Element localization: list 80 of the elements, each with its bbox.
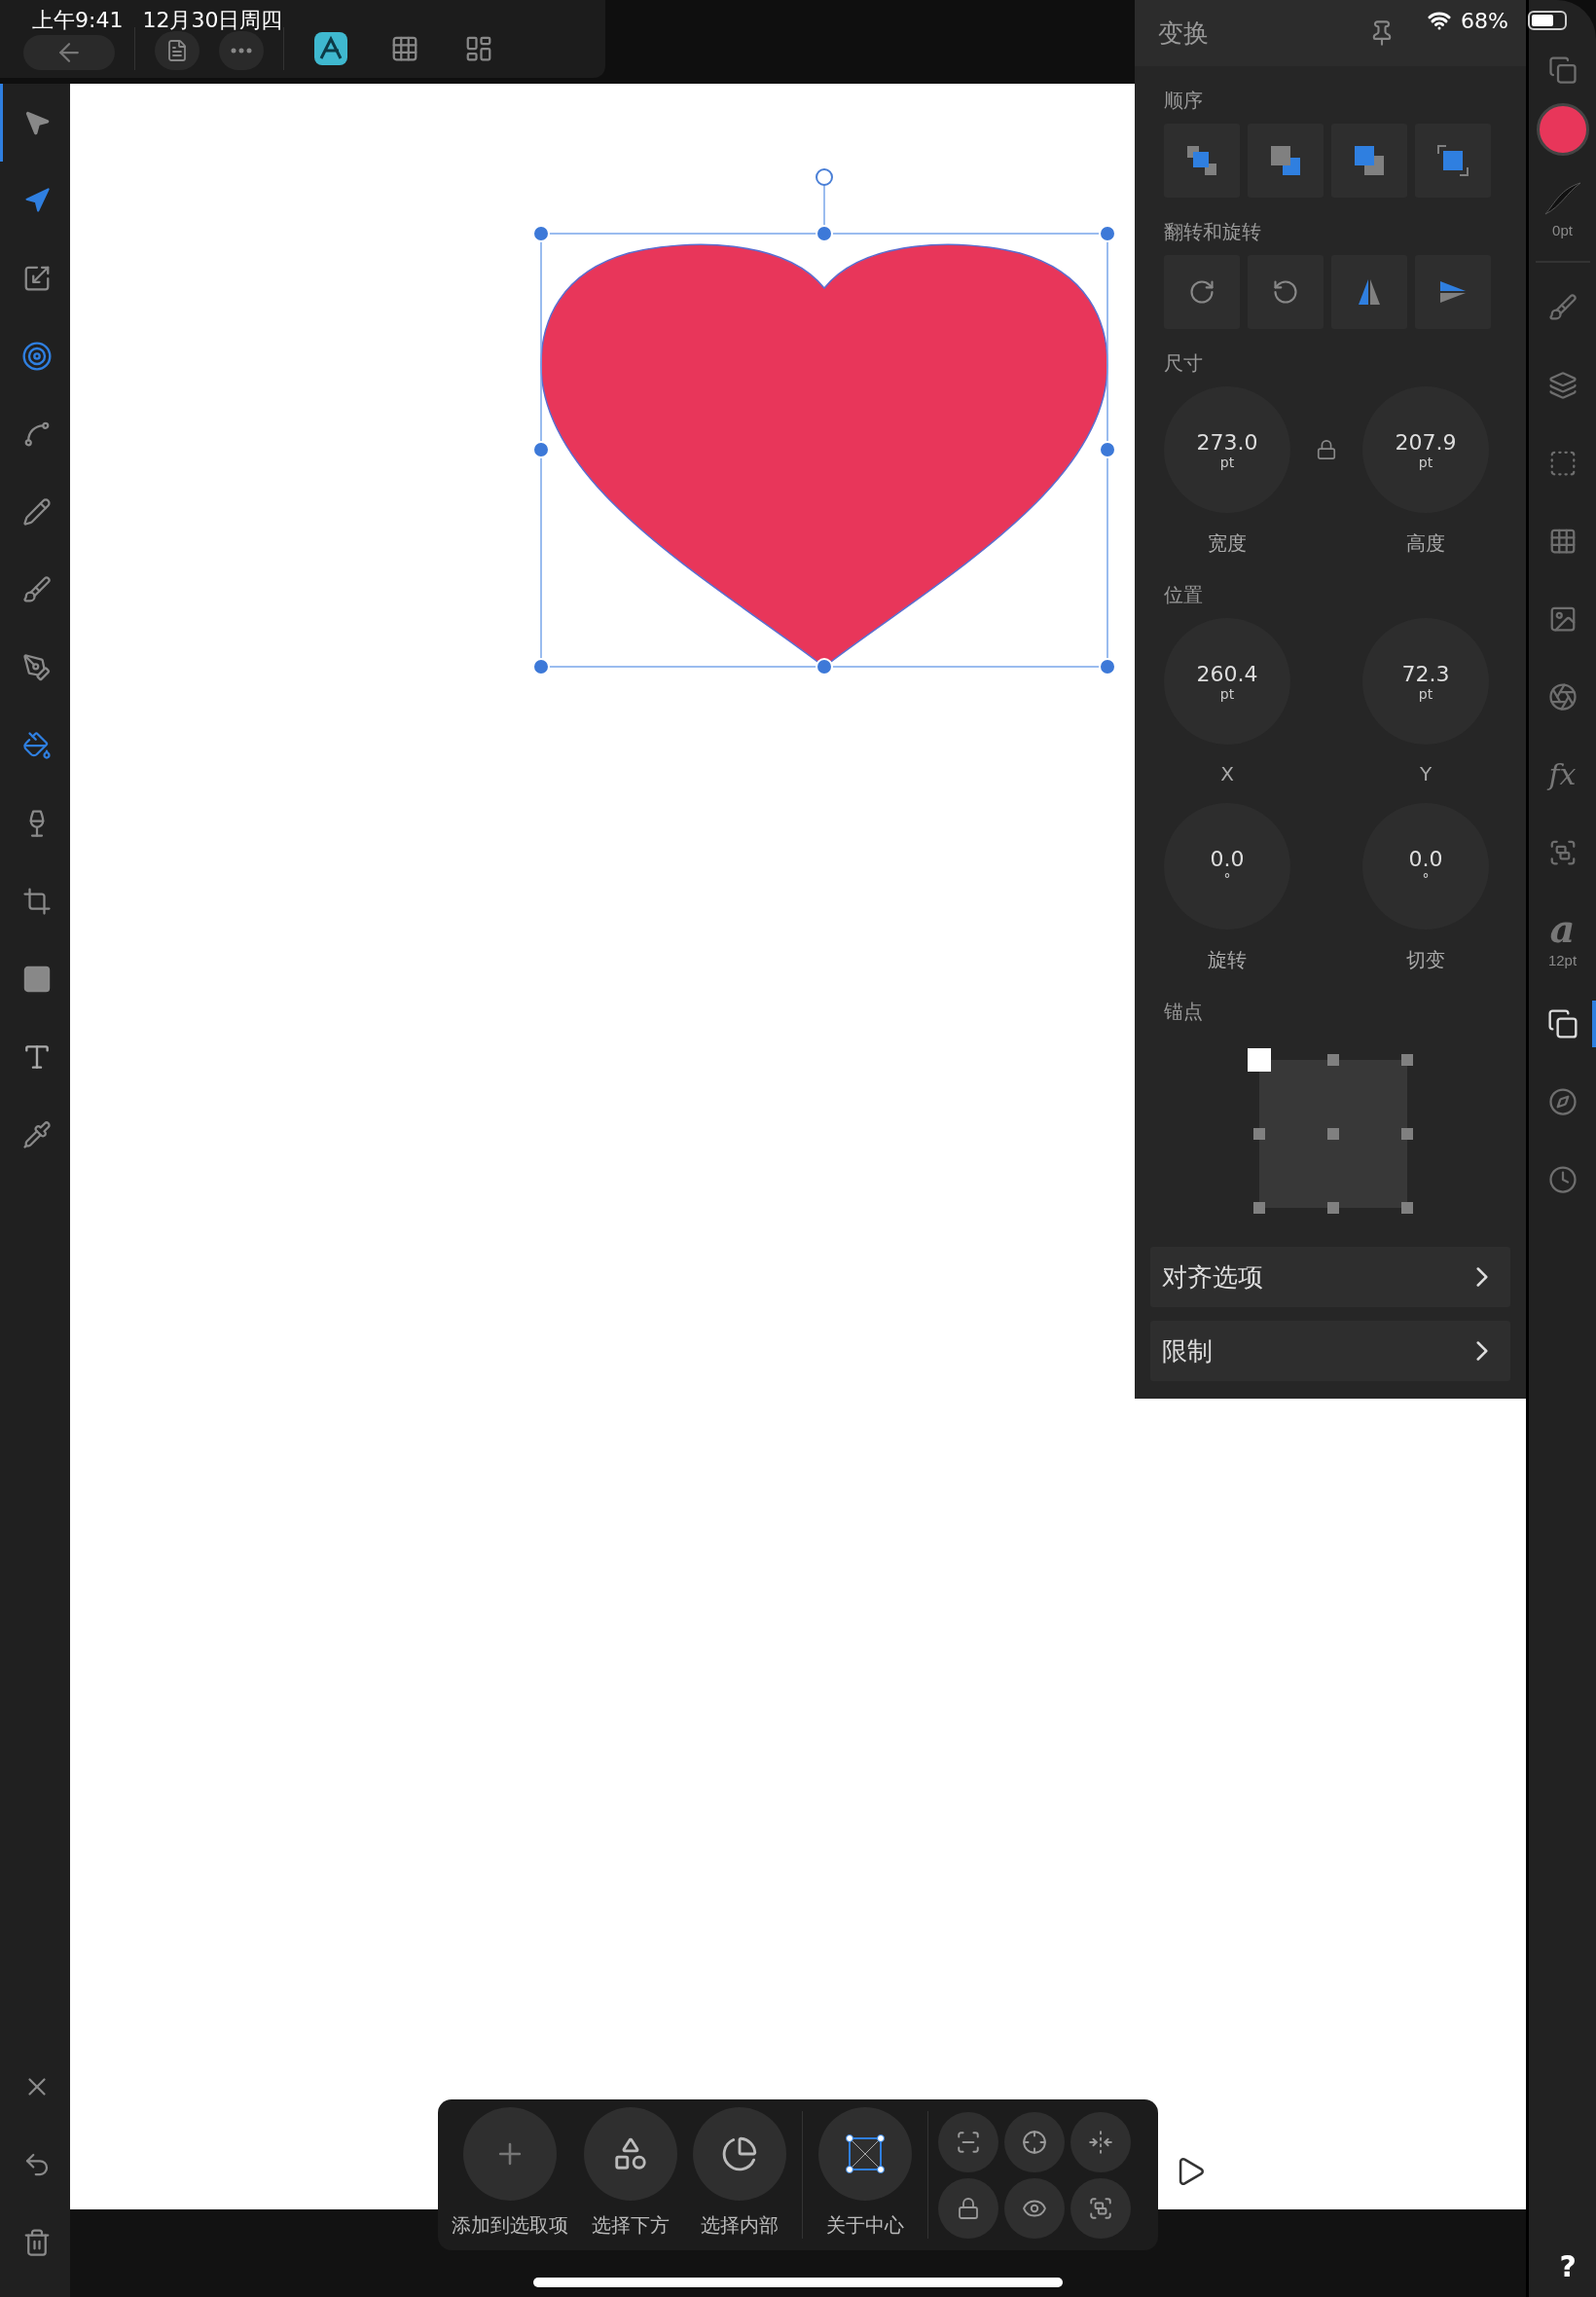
- section-label: 顺序: [1164, 88, 1204, 114]
- flip-button[interactable]: [1415, 255, 1491, 329]
- lock-icon: [957, 2196, 980, 2220]
- paint-bucket-icon: [21, 731, 52, 760]
- value-dial[interactable]: 0.0 °: [1362, 803, 1489, 930]
- app-logo-icon: [313, 31, 348, 66]
- rotate-ccw-icon: [1272, 278, 1299, 306]
- shapes-icon: [612, 2135, 649, 2172]
- clock-icon: [1547, 1165, 1578, 1194]
- rotate-button[interactable]: [1248, 255, 1324, 329]
- flip-button[interactable]: [1331, 255, 1407, 329]
- section-label: 尺寸: [1164, 350, 1204, 377]
- value-dial[interactable]: 273.0 pt: [1164, 386, 1290, 513]
- order-button[interactable]: [1331, 124, 1407, 198]
- brush-icon: [21, 575, 52, 604]
- status-date: 12月30日周四: [142, 7, 283, 34]
- arrange-icon: [1436, 144, 1469, 177]
- option-label: 对齐选项: [1162, 1260, 1263, 1294]
- layers-icon: [1547, 371, 1578, 400]
- group-icon: [1088, 2195, 1113, 2221]
- brush-icon: [1547, 293, 1578, 322]
- lock-icon: [1316, 439, 1337, 460]
- battery-percent: 68%: [1461, 8, 1508, 33]
- pencil-icon: [21, 497, 52, 527]
- fill-color-swatch[interactable]: [1536, 103, 1589, 156]
- order-button[interactable]: [1248, 124, 1324, 198]
- text-style-icon: a: [1549, 908, 1576, 948]
- option-label: 限制: [1162, 1334, 1213, 1367]
- eyedropper-icon: [21, 1120, 52, 1149]
- crosshair-icon: [1022, 2129, 1047, 2155]
- fold-icon: [1088, 2129, 1113, 2155]
- font-size-text: 12pt: [1547, 951, 1578, 968]
- more-icon: [231, 48, 252, 54]
- status-time: 上午9:41: [32, 7, 124, 34]
- crop-icon: [21, 887, 52, 916]
- document-icon: [165, 39, 189, 62]
- order-button[interactable]: [1164, 124, 1240, 198]
- target-icon: [20, 341, 53, 372]
- dial-label: 切变: [1406, 947, 1445, 973]
- scan-icon: [956, 2129, 981, 2155]
- dial-label: 高度: [1406, 530, 1445, 557]
- studio-button[interactable]: a 12pt: [1529, 892, 1596, 985]
- panel-title: 变换: [1158, 17, 1210, 50]
- compass-icon: [1547, 1087, 1578, 1116]
- back-button[interactable]: [23, 35, 115, 70]
- value-dial[interactable]: 72.3 pt: [1362, 618, 1489, 745]
- stroke-width-text: 0pt: [1552, 221, 1573, 238]
- option-row[interactable]: 限制: [1150, 1321, 1510, 1381]
- layout-icon: [464, 34, 493, 63]
- value-dial[interactable]: 207.9 pt: [1362, 386, 1489, 513]
- option-row[interactable]: 对齐选项: [1150, 1247, 1510, 1307]
- studio-button[interactable]: 0pt: [1529, 162, 1596, 255]
- aperture-icon: [1547, 682, 1578, 711]
- pen-icon: [21, 653, 52, 682]
- studio-button[interactable]: fx: [1529, 736, 1596, 814]
- copy-squares-icon: [1547, 55, 1578, 85]
- help-text[interactable]: ?: [1559, 2249, 1577, 2283]
- transform-icon: [1546, 1008, 1578, 1039]
- dial-label: 宽度: [1208, 530, 1247, 557]
- dial-label: Y: [1419, 762, 1433, 785]
- section-label: 锚点: [1164, 999, 1204, 1025]
- dot-grid-icon: [390, 34, 419, 63]
- value-dial[interactable]: 260.4 pt: [1164, 618, 1290, 745]
- dial-label: X: [1220, 762, 1234, 785]
- rotate-cw-icon: [1188, 278, 1215, 306]
- more-button[interactable]: [219, 31, 264, 70]
- value-dial[interactable]: 0.0 °: [1164, 803, 1290, 930]
- pie-icon: [721, 2135, 758, 2172]
- effects-icon: fx: [1548, 760, 1577, 789]
- order-button[interactable]: [1415, 124, 1491, 198]
- rotate-button[interactable]: [1164, 255, 1240, 329]
- dial-label: 旋转: [1208, 947, 1247, 973]
- center-box-icon: [844, 2133, 887, 2175]
- arrange-icon: [1269, 144, 1302, 177]
- section-label: 位置: [1164, 582, 1204, 608]
- arrange-icon: [1185, 144, 1218, 177]
- document-button[interactable]: [155, 31, 200, 70]
- battery-icon: [1528, 11, 1567, 30]
- arrange-icon: [1353, 144, 1386, 177]
- section-label: 翻转和旋转: [1164, 219, 1262, 245]
